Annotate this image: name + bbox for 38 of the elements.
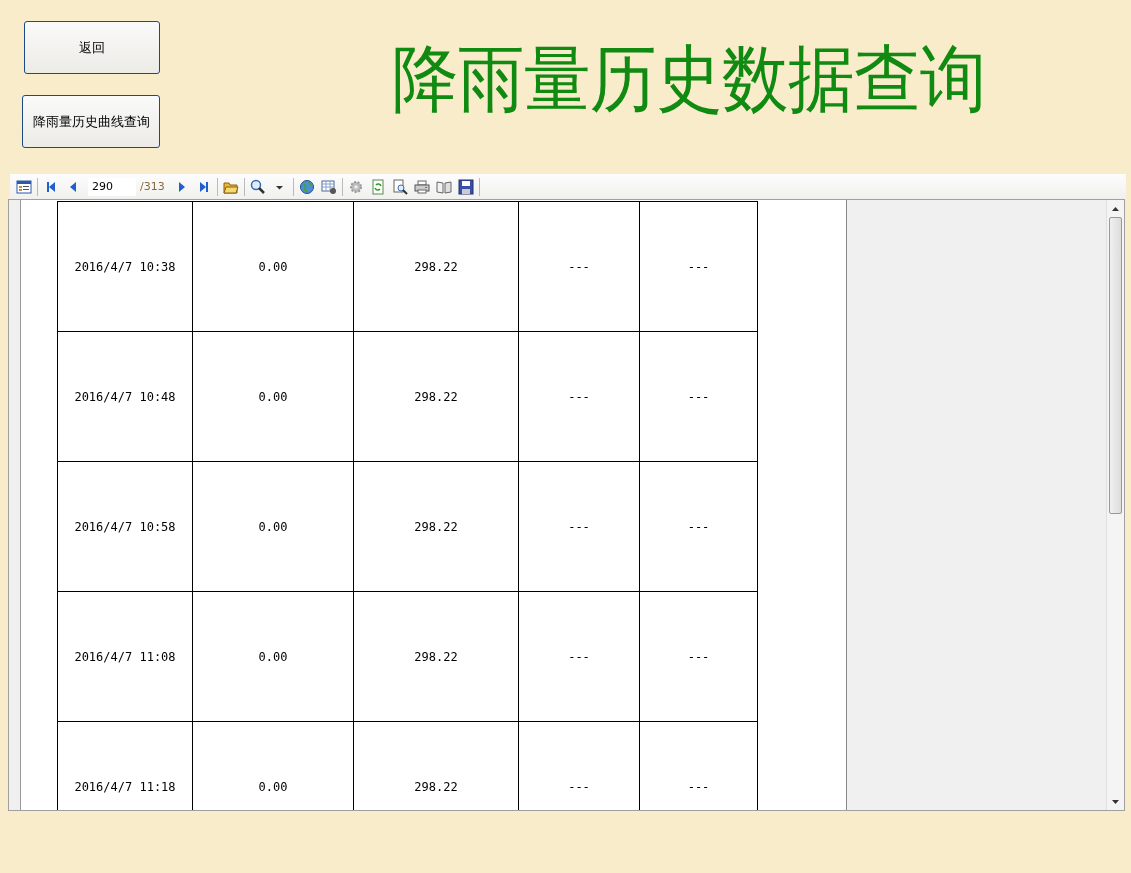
grid-settings-icon[interactable]: [320, 178, 337, 195]
refresh-icon[interactable]: [369, 178, 386, 195]
print-preview-icon[interactable]: [391, 178, 408, 195]
table-cell: 0.00: [192, 201, 354, 332]
table-cell: ---: [518, 201, 640, 332]
globe-icon[interactable]: [298, 178, 315, 195]
table-cell: 2016/4/7 11:08: [57, 591, 193, 722]
table-cell: 298.22: [353, 331, 519, 462]
page-number-field[interactable]: 290: [88, 177, 136, 196]
back-button[interactable]: 返回: [24, 21, 160, 74]
table-cell: ---: [639, 461, 758, 592]
table-cell: 0.00: [192, 331, 354, 462]
table-cell: 298.22: [353, 201, 519, 332]
table-cell: 2016/4/7 10:58: [57, 461, 193, 592]
page-title: 降雨量历史数据查询: [392, 36, 986, 124]
table-cell: 0.00: [192, 591, 354, 722]
table-cell: 2016/4/7 11:18: [57, 721, 193, 810]
curve-query-button[interactable]: 降雨量历史曲线查询: [22, 95, 160, 148]
table-cell: 2016/4/7 10:48: [57, 331, 193, 462]
table-cell: ---: [639, 591, 758, 722]
page-total: /313: [140, 180, 165, 193]
save-icon[interactable]: [457, 178, 474, 195]
gear-icon[interactable]: [347, 178, 364, 195]
table-cell: ---: [518, 591, 640, 722]
vertical-scrollbar[interactable]: [1106, 200, 1124, 810]
table-cell: ---: [639, 201, 758, 332]
table-cell: ---: [518, 331, 640, 462]
zoom-icon[interactable]: [249, 178, 266, 195]
table-cell: 298.22: [353, 461, 519, 592]
table-cell: ---: [639, 331, 758, 462]
tree-panel-icon[interactable]: [16, 178, 32, 195]
table-cell: 0.00: [192, 461, 354, 592]
printer-icon[interactable]: [413, 178, 430, 195]
book-icon[interactable]: [435, 178, 452, 195]
scroll-thumb[interactable]: [1109, 217, 1122, 514]
table-cell: ---: [518, 461, 640, 592]
table-cell: 298.22: [353, 591, 519, 722]
table-cell: 2016/4/7 10:38: [57, 201, 193, 332]
